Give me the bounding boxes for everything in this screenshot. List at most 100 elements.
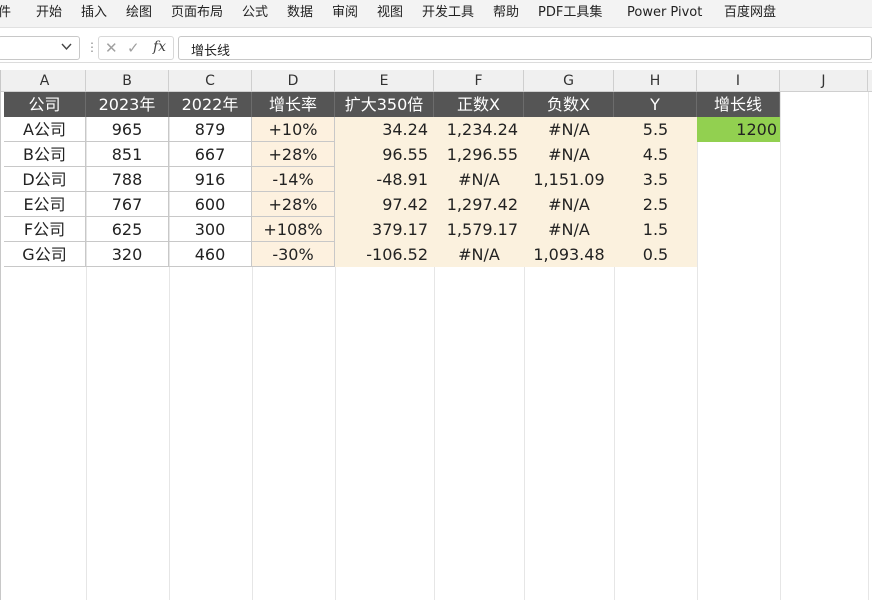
cell-2022[interactable]: 460 [169,242,252,267]
spreadsheet-window: 件 开始 插入 绘图 页面布局 公式 数据 审阅 视图 开发工具 帮助 PDF工… [0,0,872,600]
confirm-icon[interactable]: ✓ [127,39,140,57]
cell-company[interactable]: A公司 [4,117,86,142]
cell-growth-line[interactable]: 1200 [697,117,780,142]
cell-negative-x[interactable]: 1,151.09 [524,167,614,192]
column-headers: A B C D E F G H I J [0,70,872,92]
column-header-a[interactable]: A [4,70,86,92]
tab-insert[interactable]: 插入 [81,4,107,22]
cell-y[interactable]: 0.5 [614,242,697,267]
tab-baidu-netdisk[interactable]: 百度网盘 [724,4,776,22]
tab-view[interactable]: 视图 [377,4,403,22]
cell-positive-x[interactable]: 1,579.17 [434,217,524,242]
table-row: B公司 851 667 +28% 96.55 1,296.55 #N/A 4.5 [0,142,872,167]
cell-growth-rate[interactable]: +28% [252,142,335,167]
cell-scaled[interactable]: -48.91 [335,167,434,192]
tab-page-layout[interactable]: 页面布局 [171,4,223,22]
cell-2023[interactable]: 767 [86,192,169,217]
header-cell-growth-line[interactable]: 增长线 [697,92,780,117]
insert-function-icon[interactable]: fx [153,39,166,55]
chevron-down-icon[interactable] [61,41,72,55]
tab-pdf-tools[interactable]: PDF工具集 [538,4,602,22]
header-cell-scaled[interactable]: 扩大350倍 [335,92,434,117]
cell-scaled[interactable]: 97.42 [335,192,434,217]
cell-company[interactable]: D公司 [4,167,86,192]
tab-review[interactable]: 审阅 [332,4,358,22]
cell-positive-x[interactable]: #N/A [434,167,524,192]
cell-negative-x[interactable]: #N/A [524,192,614,217]
cell-growth-rate[interactable]: -30% [252,242,335,267]
table-header-row: 公司 2023年 2022年 增长率 扩大350倍 正数X 负数X Y 增长线 [0,92,872,117]
column-header-h[interactable]: H [614,70,697,92]
cell-2023[interactable]: 320 [86,242,169,267]
column-header-b[interactable]: B [86,70,169,92]
ribbon-tab-bar: 件 开始 插入 绘图 页面布局 公式 数据 审阅 视图 开发工具 帮助 PDF工… [0,0,872,28]
cell-y[interactable]: 5.5 [614,117,697,142]
table-row: E公司 767 600 +28% 97.42 1,297.42 #N/A 2.5 [0,192,872,217]
row-header-edge [0,70,1,600]
worksheet-grid[interactable]: A B C D E F G H I J 公司 2023年 2022年 增长率 扩… [0,70,872,600]
cell-positive-x[interactable]: 1,297.42 [434,192,524,217]
cell-positive-x[interactable]: 1,234.24 [434,117,524,142]
header-cell-negative-x[interactable]: 负数X [524,92,614,117]
cell-2022[interactable]: 879 [169,117,252,142]
column-header-g[interactable]: G [524,70,614,92]
cell-2022[interactable]: 667 [169,142,252,167]
cell-positive-x[interactable]: #N/A [434,242,524,267]
cell-2023[interactable]: 788 [86,167,169,192]
cell-company[interactable]: F公司 [4,217,86,242]
table-row: G公司 320 460 -30% -106.52 #N/A 1,093.48 0… [0,242,872,267]
formula-actions: ✕ ✓ fx [98,36,174,60]
tab-home[interactable]: 开始 [36,4,62,22]
cell-y[interactable]: 2.5 [614,192,697,217]
tab-formulas[interactable]: 公式 [242,4,268,22]
header-cell-2023[interactable]: 2023年 [86,92,169,117]
cell-negative-x[interactable]: 1,093.48 [524,242,614,267]
cell-growth-rate[interactable]: +108% [252,217,335,242]
cell-y[interactable]: 4.5 [614,142,697,167]
column-header-i[interactable]: I [697,70,780,92]
cell-y[interactable]: 1.5 [614,217,697,242]
table-row: F公司 625 300 +108% 379.17 1,579.17 #N/A 1… [0,217,872,242]
tab-power-pivot[interactable]: Power Pivot [627,4,702,22]
cell-growth-rate[interactable]: +28% [252,192,335,217]
cell-company[interactable]: E公司 [4,192,86,217]
name-box[interactable] [0,36,80,60]
tab-data[interactable]: 数据 [287,4,313,22]
cell-negative-x[interactable]: #N/A [524,142,614,167]
cell-2022[interactable]: 600 [169,192,252,217]
cell-company[interactable]: B公司 [4,142,86,167]
column-header-e[interactable]: E [335,70,434,92]
tab-developer[interactable]: 开发工具 [422,4,474,22]
cell-scaled[interactable]: 379.17 [335,217,434,242]
cell-2022[interactable]: 300 [169,217,252,242]
tab-draw[interactable]: 绘图 [126,4,152,22]
cell-positive-x[interactable]: 1,296.55 [434,142,524,167]
tab-file[interactable]: 件 [0,4,11,22]
cell-2023[interactable]: 851 [86,142,169,167]
cell-company[interactable]: G公司 [4,242,86,267]
tab-help[interactable]: 帮助 [493,4,519,22]
header-cell-y[interactable]: Y [614,92,697,117]
cell-negative-x[interactable]: #N/A [524,117,614,142]
column-header-f[interactable]: F [434,70,524,92]
cell-2023[interactable]: 625 [86,217,169,242]
cell-negative-x[interactable]: #N/A [524,217,614,242]
column-header-d[interactable]: D [252,70,335,92]
header-cell-2022[interactable]: 2022年 [169,92,252,117]
cell-y[interactable]: 3.5 [614,167,697,192]
cell-2022[interactable]: 916 [169,167,252,192]
cancel-icon[interactable]: ✕ [105,39,118,57]
header-cell-company[interactable]: 公司 [4,92,86,117]
formula-input[interactable]: 增长线 [178,36,872,60]
cell-scaled[interactable]: 34.24 [335,117,434,142]
header-cell-positive-x[interactable]: 正数X [434,92,524,117]
cell-scaled[interactable]: -106.52 [335,242,434,267]
more-options-icon[interactable]: ⋮ [86,40,98,54]
cell-scaled[interactable]: 96.55 [335,142,434,167]
cell-growth-rate[interactable]: +10% [252,117,335,142]
cell-growth-rate[interactable]: -14% [252,167,335,192]
header-cell-growth-rate[interactable]: 增长率 [252,92,335,117]
cell-2023[interactable]: 965 [86,117,169,142]
column-header-j[interactable]: J [780,70,868,92]
column-header-c[interactable]: C [169,70,252,92]
